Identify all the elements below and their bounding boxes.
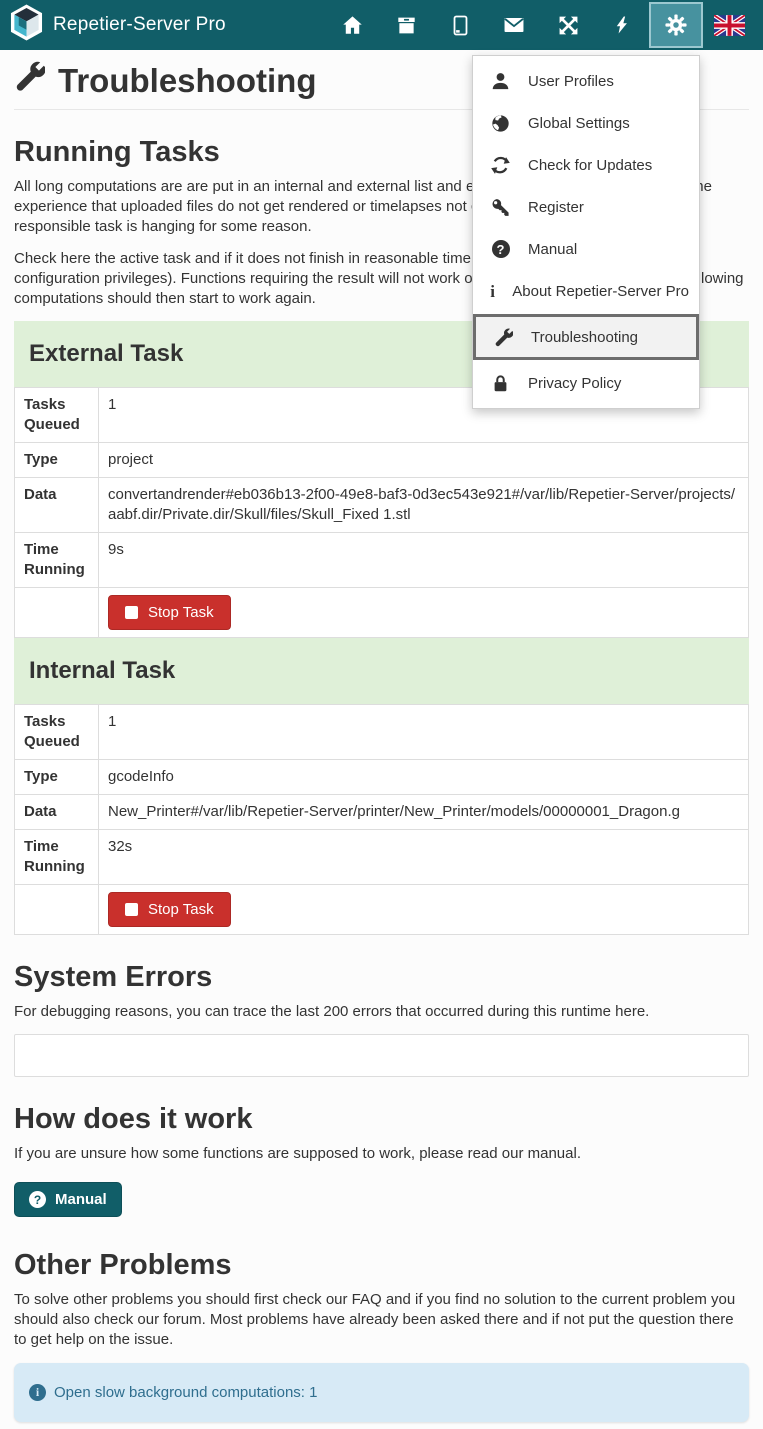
row-label: Tasks Queued — [15, 388, 99, 443]
messages-icon[interactable] — [487, 0, 541, 50]
internal-task-header: Internal Task — [14, 638, 749, 704]
page-title-text: Troubleshooting — [58, 62, 316, 100]
row-value: 1 — [99, 705, 749, 760]
home-icon[interactable] — [325, 0, 379, 50]
info-icon: i — [490, 283, 495, 300]
stop-task-label: Stop Task — [148, 901, 214, 918]
row-value: 32s — [99, 830, 749, 885]
system-errors-description: For debugging reasons, you can trace the… — [14, 1002, 749, 1022]
menu-item-user-profiles[interactable]: User Profiles — [473, 60, 699, 102]
navbar-icons — [325, 0, 755, 50]
menu-item-label: About Repetier-Server Pro — [512, 283, 689, 300]
settings-gear-icon[interactable] — [649, 2, 703, 48]
other-problems-description: To solve other problems you should first… — [14, 1290, 749, 1350]
table-row: Data convertandrender#eb036b13-2f00-49e8… — [15, 478, 749, 533]
menu-item-label: Check for Updates — [528, 157, 652, 174]
internal-task-heading: Internal Task — [29, 654, 734, 688]
wrench-icon — [493, 328, 514, 347]
menu-item-privacy-policy[interactable]: Privacy Policy — [473, 362, 699, 404]
external-task-table: Tasks Queued 1 Type project Data convert… — [14, 387, 749, 638]
status-bar: i Open slow background computations: 1 — [14, 1363, 749, 1422]
row-value: project — [99, 443, 749, 478]
other-problems-heading: Other Problems — [14, 1249, 749, 1282]
repetier-logo-icon — [10, 4, 43, 46]
table-row: Data New_Printer#/var/lib/Repetier-Serve… — [15, 795, 749, 830]
status-bar-message: Open slow background computations: 1 — [54, 1384, 318, 1401]
menu-item-global-settings[interactable]: Global Settings — [473, 102, 699, 144]
stop-icon — [125, 606, 138, 619]
brand[interactable]: Repetier-Server Pro — [10, 4, 226, 46]
manual-button-label: Manual — [55, 1191, 107, 1208]
row-label: Time Running — [15, 830, 99, 885]
menu-item-register[interactable]: Register — [473, 186, 699, 228]
question-circle-icon: ? — [490, 240, 511, 258]
row-value: gcodeInfo — [99, 760, 749, 795]
power-bolt-icon[interactable] — [595, 0, 649, 50]
menu-item-label: Manual — [528, 241, 577, 258]
system-errors-log — [14, 1034, 749, 1077]
info-circle-icon: i — [29, 1384, 46, 1401]
table-row: Stop Task — [15, 885, 749, 935]
row-label: Tasks Queued — [15, 705, 99, 760]
row-value: New_Printer#/var/lib/Repetier-Server/pri… — [99, 795, 749, 830]
menu-item-troubleshooting[interactable]: Troubleshooting — [473, 314, 699, 360]
menu-item-label: Troubleshooting — [531, 329, 638, 346]
menu-item-check-for-updates[interactable]: Check for Updates — [473, 144, 699, 186]
user-icon — [490, 72, 511, 91]
brand-title: Repetier-Server Pro — [53, 14, 226, 36]
wrench-icon — [14, 61, 45, 100]
row-label: Data — [15, 478, 99, 533]
menu-item-label: Register — [528, 199, 584, 216]
table-row: Time Running 9s — [15, 533, 749, 588]
row-label: Type — [15, 760, 99, 795]
menu-item-about[interactable]: i About Repetier-Server Pro — [473, 270, 699, 312]
how-it-works-heading: How does it work — [14, 1103, 749, 1136]
system-errors-heading: System Errors — [14, 961, 749, 994]
manual-button[interactable]: ? Manual — [14, 1182, 122, 1217]
row-value: convertandrender#eb036b13-2f00-49e8-baf3… — [99, 478, 749, 533]
internal-task-panel: Internal Task Tasks Queued 1 Type gcodeI… — [14, 638, 749, 935]
top-navbar: Repetier-Server Pro — [0, 0, 763, 50]
table-row: Tasks Queued 1 — [15, 705, 749, 760]
table-row: Type gcodeInfo — [15, 760, 749, 795]
question-circle-icon: ? — [29, 1191, 46, 1208]
table-row: Type project — [15, 443, 749, 478]
how-it-works-description: If you are unsure how some functions are… — [14, 1144, 749, 1164]
touchscreen-icon[interactable] — [433, 0, 487, 50]
row-label: Type — [15, 443, 99, 478]
table-row: Stop Task — [15, 588, 749, 638]
stop-external-task-button[interactable]: Stop Task — [108, 595, 231, 630]
row-label: Time Running — [15, 533, 99, 588]
stop-task-label: Stop Task — [148, 604, 214, 621]
menu-item-label: Global Settings — [528, 115, 630, 132]
menu-item-manual[interactable]: ? Manual — [473, 228, 699, 270]
row-value: 9s — [99, 533, 749, 588]
globe-icon — [490, 114, 511, 133]
table-row: Time Running 32s — [15, 830, 749, 885]
stop-internal-task-button[interactable]: Stop Task — [108, 892, 231, 927]
refresh-icon — [490, 156, 511, 175]
printers-box-icon[interactable] — [379, 0, 433, 50]
settings-dropdown-menu: User Profiles Global Settings Check for … — [472, 55, 700, 409]
language-flag-icon[interactable] — [703, 0, 755, 50]
stop-icon — [125, 903, 138, 916]
menu-item-label: User Profiles — [528, 73, 614, 90]
menu-item-label: Privacy Policy — [528, 375, 621, 392]
key-icon — [490, 198, 511, 217]
fullscreen-icon[interactable] — [541, 0, 595, 50]
internal-task-table: Tasks Queued 1 Type gcodeInfo Data New_P… — [14, 704, 749, 935]
lock-icon — [490, 374, 511, 393]
row-label: Data — [15, 795, 99, 830]
